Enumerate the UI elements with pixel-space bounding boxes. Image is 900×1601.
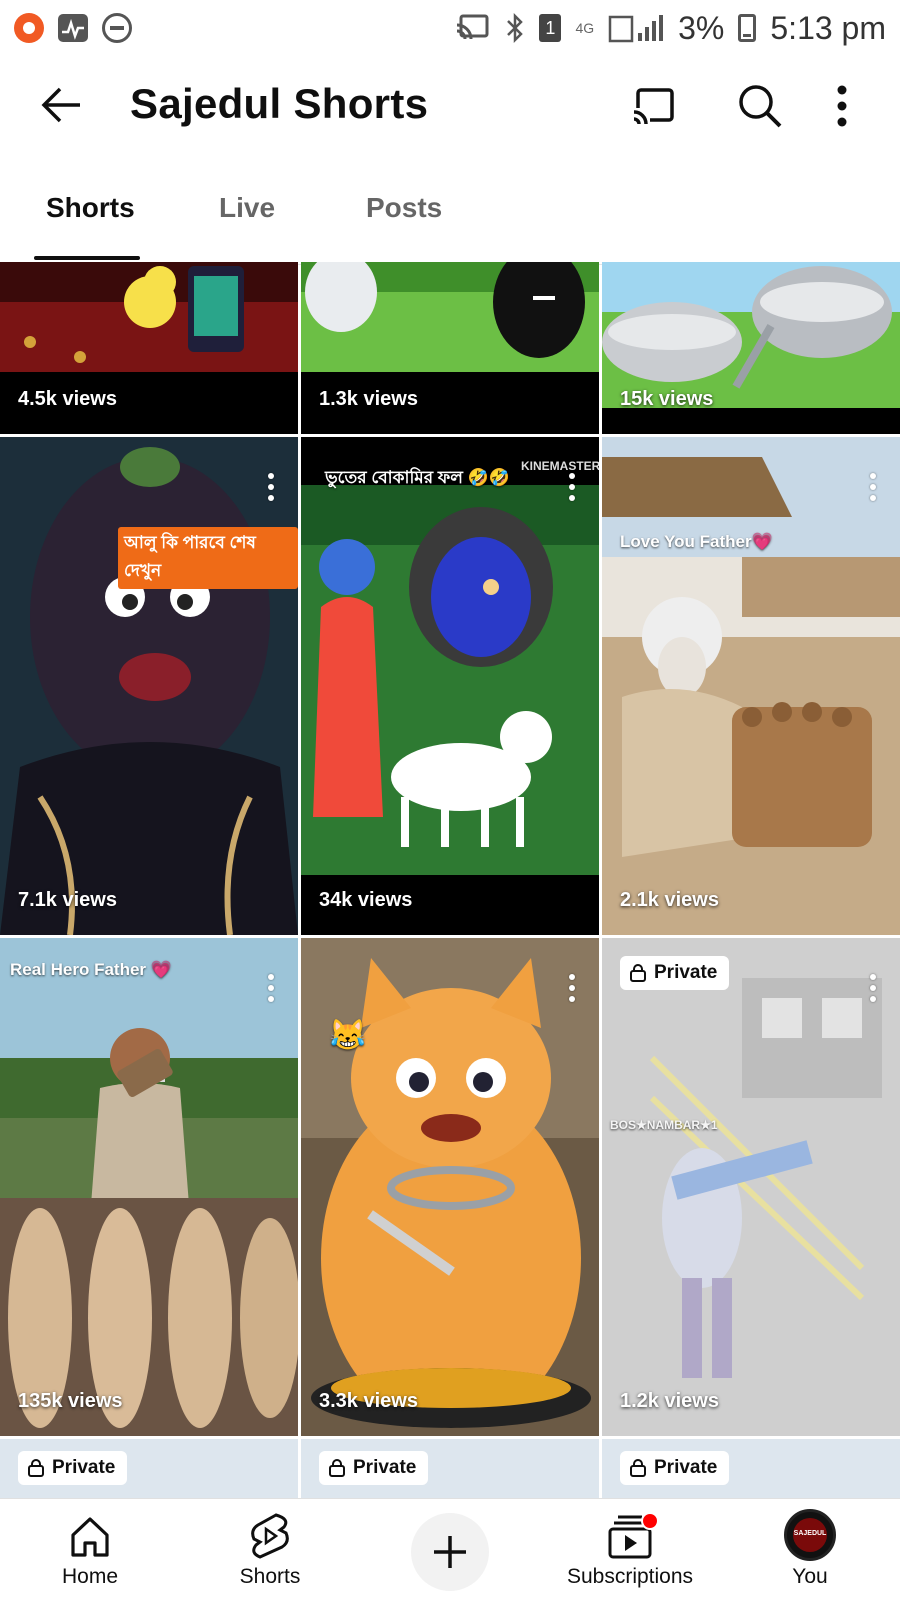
- thumbnail-art: [301, 262, 599, 372]
- caption-tag: আলু কি পারবে শেষ দেখুন: [118, 527, 298, 589]
- lock-icon: [630, 964, 646, 982]
- private-label: Private: [353, 1457, 417, 1478]
- short-thumbnail[interactable]: Private BOS★NAMBAR★1 1.2k views: [602, 938, 900, 1436]
- short-more-button[interactable]: [268, 974, 276, 1007]
- short-thumbnail[interactable]: ভুতের বোকামির ফল 🤣🤣 KINEMASTER 34k views: [301, 437, 599, 935]
- search-icon[interactable]: [736, 82, 784, 130]
- do-not-disturb-icon: [102, 13, 132, 43]
- caption-text: BOS★NAMBAR★1: [610, 1118, 718, 1132]
- view-count: 2.1k views: [620, 889, 719, 911]
- caption-text: Real Hero Father 💗: [10, 960, 172, 979]
- short-thumbnail[interactable]: 1.3k views: [301, 262, 599, 434]
- battery-icon: [738, 14, 757, 42]
- view-count: 34k views: [319, 889, 413, 911]
- nav-label: You: [792, 1565, 828, 1588]
- bottom-navigation: Home Shorts Subscriptions SAJEDUL You: [0, 1498, 900, 1601]
- cast-status-icon: [457, 14, 489, 40]
- view-count: 3.3k views: [319, 1390, 418, 1412]
- tab-posts[interactable]: Posts: [366, 192, 442, 224]
- thumbnail-art: [0, 938, 298, 1436]
- view-count: 1.2k views: [620, 1390, 719, 1412]
- caption-emoji: 😹: [329, 1019, 367, 1052]
- short-thumbnail[interactable]: Real Hero Father 💗 135k views: [0, 938, 298, 1436]
- short-more-button[interactable]: [569, 473, 577, 506]
- cast-icon[interactable]: [630, 82, 678, 130]
- lock-icon: [630, 1459, 646, 1477]
- private-label: Private: [654, 1457, 718, 1478]
- short-thumbnail[interactable]: 4.5k views: [0, 262, 298, 434]
- lock-icon: [329, 1459, 345, 1477]
- thumbnail-art: [602, 437, 900, 935]
- short-more-button[interactable]: [870, 974, 878, 1007]
- thumbnail-art: [602, 262, 900, 408]
- screen-recorder-icon: [14, 13, 44, 43]
- clock: 5:13 pm: [770, 9, 886, 46]
- nav-label: Home: [61, 1565, 119, 1588]
- avatar: SAJEDUL: [784, 1509, 836, 1561]
- private-badge: Private: [18, 1451, 128, 1485]
- nav-label: Subscriptions: [566, 1565, 694, 1588]
- short-thumbnail[interactable]: 😹 3.3k views: [301, 938, 599, 1436]
- bluetooth-icon: [507, 12, 524, 44]
- status-bar: 1 4G 3% 5:13 pm: [0, 0, 900, 56]
- short-more-button[interactable]: [870, 473, 878, 506]
- network-type: 4G: [575, 20, 595, 36]
- tab-shorts[interactable]: Shorts: [46, 192, 135, 224]
- watermark-text: KINEMASTER: [521, 459, 599, 473]
- battery-percent: 3%: [678, 9, 725, 46]
- more-vert-icon[interactable]: [830, 82, 854, 130]
- create-button[interactable]: [411, 1513, 489, 1591]
- short-thumbnail[interactable]: Private: [301, 1439, 599, 1498]
- thumbnail-art: [301, 437, 599, 935]
- short-thumbnail[interactable]: আলু কি পারবে শেষ দেখুন 7.1k views: [0, 437, 298, 935]
- thumbnail-art: [301, 938, 599, 1436]
- monitor-activity-icon: [58, 14, 88, 42]
- tab-live[interactable]: Live: [219, 192, 275, 224]
- thumbnail-art: [0, 437, 298, 935]
- nav-label: Shorts: [239, 1565, 301, 1588]
- shorts-grid: 4.5k views 1.3k views 15k views আলু কি প…: [0, 262, 900, 1498]
- caption-text: Love You Father💗: [620, 532, 773, 551]
- sim-indicator: 1: [539, 14, 562, 42]
- short-thumbnail[interactable]: Private: [0, 1439, 298, 1498]
- create-plus-icon: [434, 1536, 466, 1568]
- subscriptions-icon: [608, 1512, 658, 1559]
- short-thumbnail[interactable]: 15k views: [602, 262, 900, 434]
- view-count: 135k views: [18, 1390, 123, 1412]
- view-count: 4.5k views: [18, 388, 117, 410]
- short-more-button[interactable]: [268, 473, 276, 506]
- channel-tabs: Shorts Live Posts: [0, 168, 900, 265]
- page-title: Sajedul Shorts: [130, 80, 429, 127]
- signal-icon: [608, 15, 664, 43]
- thumbnail-art: [602, 938, 900, 1436]
- view-count: 7.1k views: [18, 889, 117, 911]
- shorts-icon: [251, 1513, 289, 1559]
- caption-text: ভুতের বোকামির ফল 🤣🤣: [325, 468, 510, 487]
- home-icon: [71, 1517, 109, 1557]
- top-app-bar: Sajedul Shorts: [0, 60, 900, 150]
- short-thumbnail[interactable]: Love You Father💗 2.1k views: [602, 437, 900, 935]
- private-label: Private: [52, 1457, 116, 1478]
- private-badge: Private: [620, 1451, 730, 1485]
- avatar-text: SAJEDUL: [793, 1530, 827, 1537]
- view-count: 1.3k views: [319, 388, 418, 410]
- view-count: 15k views: [620, 388, 714, 410]
- active-tab-indicator: [34, 256, 140, 260]
- private-badge: Private: [620, 956, 730, 990]
- short-thumbnail[interactable]: Private: [602, 1439, 900, 1498]
- thumbnail-art: [0, 262, 298, 372]
- back-arrow-icon[interactable]: [38, 82, 84, 128]
- private-badge: Private: [319, 1451, 429, 1485]
- lock-icon: [28, 1459, 44, 1477]
- private-label: Private: [654, 962, 718, 983]
- short-more-button[interactable]: [569, 974, 577, 1007]
